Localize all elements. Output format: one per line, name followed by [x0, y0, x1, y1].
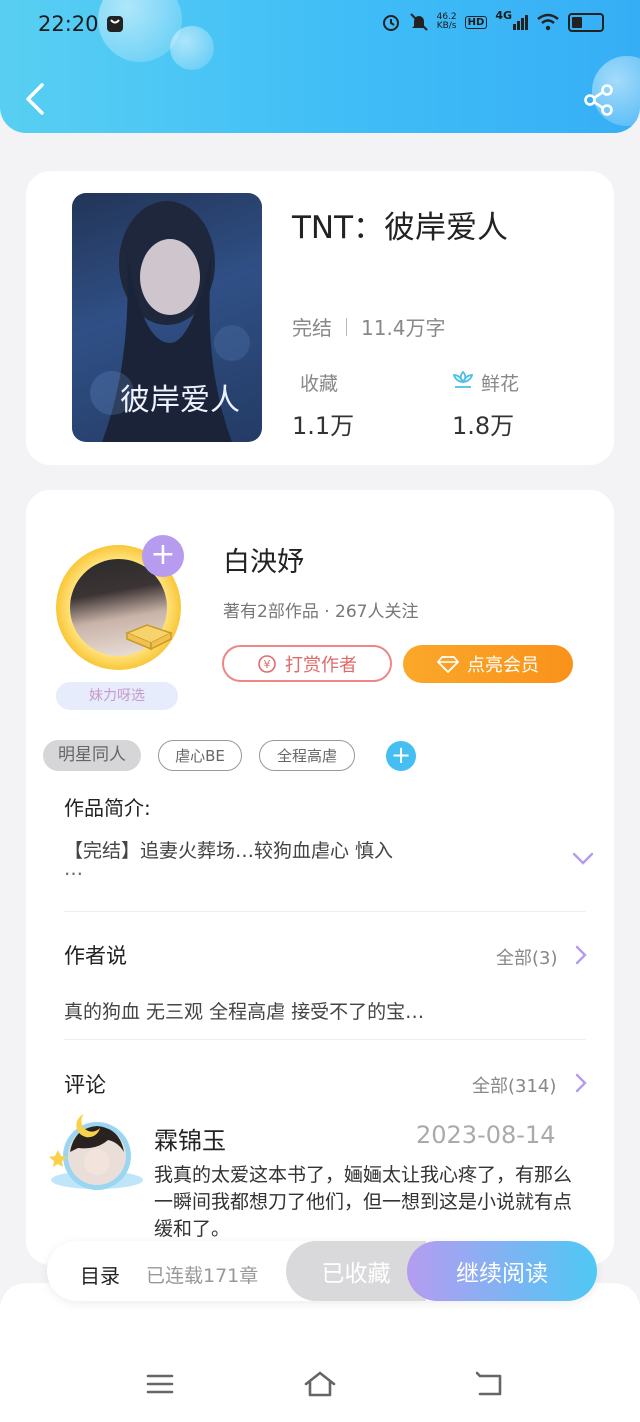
diamond-icon	[437, 656, 459, 673]
chevron-right-icon[interactable]	[574, 944, 588, 966]
comment-date: 2023-08-14	[416, 1121, 556, 1149]
hd-badge: HD	[464, 15, 488, 29]
author-says-more[interactable]: 全部(3)	[496, 944, 558, 970]
meta-divider	[346, 317, 347, 336]
signal-icon: 4G	[495, 9, 528, 30]
follow-plus-button[interactable]: +	[142, 535, 184, 577]
mute-bell-icon	[409, 13, 428, 31]
section-divider	[64, 911, 586, 912]
author-says-title: 作者说	[64, 944, 127, 968]
share-icon[interactable]	[583, 84, 615, 116]
status-bar: 22:20 46.2 KB/s HD 4G	[0, 0, 640, 52]
system-nav-bar	[0, 1283, 640, 1422]
notification-bag-icon	[107, 16, 123, 32]
toc-button[interactable]: 目录	[80, 1260, 120, 1289]
coin-icon: ¥	[258, 654, 276, 673]
flower-icon	[452, 370, 474, 388]
back-arrow-icon[interactable]	[22, 82, 50, 116]
book-meta: 完结 11.4万字	[292, 312, 446, 341]
status-icons: 46.2 KB/s HD 4G	[381, 9, 604, 32]
fan-tag: 妹力呀选	[56, 682, 178, 710]
tip-author-label: 打赏作者	[285, 654, 357, 676]
battery-icon	[568, 12, 604, 32]
chevron-right-icon[interactable]	[574, 1072, 588, 1094]
favorites-label: 收藏	[300, 373, 339, 395]
net-speed-unit: KB/s	[436, 21, 457, 31]
book-cover[interactable]: 彼岸爱人	[72, 193, 262, 442]
tip-author-button[interactable]: ¥ 打赏作者	[222, 645, 392, 682]
comment-text: 我真的太爱这本书了，婳婳太让我心疼了，有那么一瞬间我都想刀了他们，但一想到这是小…	[154, 1164, 573, 1240]
intro-text: 【完结】追妻火葬场…较狗血虐心 慎入	[64, 840, 394, 862]
favorites-value: 1.1万	[292, 412, 355, 440]
tag-item[interactable]: 全程高虐	[259, 740, 355, 771]
net-speed: 46.2 KB/s	[437, 13, 457, 31]
home-icon[interactable]	[303, 1370, 337, 1398]
cover-title: 彼岸爱人	[120, 383, 240, 418]
book-decoration-icon	[125, 624, 173, 651]
author-meta: 著有2部作品 · 267人关注	[223, 602, 419, 622]
continue-reading-button[interactable]: 继续阅读	[407, 1241, 597, 1301]
chapter-count: 已连载171章	[146, 1265, 259, 1287]
book-title: TNT：彼岸爱人	[292, 210, 509, 246]
section-divider	[64, 1039, 586, 1040]
comments-more[interactable]: 全部(314)	[472, 1072, 556, 1098]
commenter-name: 霖锦玉	[154, 1127, 226, 1155]
flowers-label: 鲜花	[481, 373, 520, 395]
intro-ellipsis: …	[64, 858, 83, 880]
add-tag-button[interactable]: +	[386, 741, 416, 771]
back-nav-icon[interactable]	[474, 1370, 504, 1398]
vip-label: 点亮会员	[467, 655, 539, 676]
book-status: 完结	[292, 316, 332, 340]
svg-text:¥: ¥	[264, 658, 271, 671]
author-says-text: 真的狗血 无三观 全程高虐 接受不了的宝…	[64, 1001, 425, 1023]
comments-title: 评论	[64, 1073, 106, 1097]
intro-title: 作品简介:	[64, 796, 151, 820]
book-word-count: 11.4万字	[361, 316, 446, 340]
flowers-value: 1.8万	[452, 412, 515, 440]
tag-item[interactable]: 虐心BE	[158, 740, 242, 771]
author-name[interactable]: 白泱妤	[223, 540, 304, 579]
signal-type: 4G	[495, 8, 512, 22]
tag-item[interactable]: 明星同人	[43, 740, 141, 771]
status-time: 22:20	[38, 12, 99, 36]
vip-button[interactable]: 点亮会员	[403, 645, 573, 683]
favorited-button[interactable]: 已收藏	[286, 1241, 426, 1301]
expand-chevron-icon[interactable]	[572, 851, 594, 867]
commenter-avatar[interactable]	[48, 1106, 146, 1191]
alarm-icon	[382, 15, 399, 31]
wifi-icon	[537, 13, 559, 31]
menu-icon[interactable]	[145, 1370, 175, 1398]
